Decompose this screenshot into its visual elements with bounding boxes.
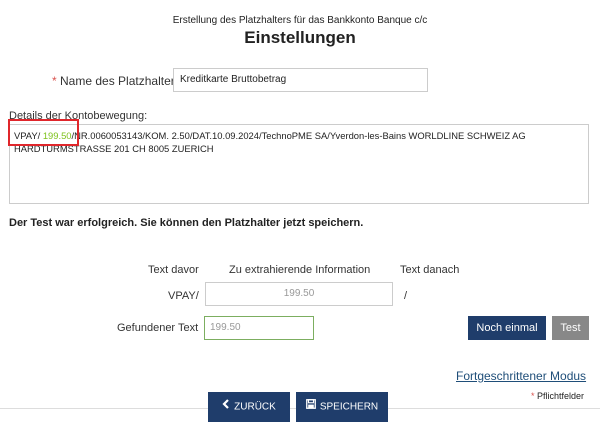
- page-subtitle: Erstellung des Platzhalters für das Bank…: [172, 15, 428, 26]
- required-fields-note: * Pflichtfelder: [531, 391, 584, 401]
- found-text-input[interactable]: 199.50: [204, 316, 314, 340]
- save-button[interactable]: SPEICHERN: [296, 392, 388, 422]
- found-text-label: Gefundener Text: [117, 322, 199, 334]
- success-message: Der Test war erfolgreich. Sie können den…: [9, 217, 364, 229]
- details-rest: /NR.0060053143/KOM. 2.50/DAT.10.09.2024/…: [14, 130, 526, 154]
- before-text-value: VPAY/: [168, 290, 199, 302]
- col-before-header: Text davor: [148, 264, 199, 276]
- test-button[interactable]: Test: [552, 316, 589, 340]
- page-title: Einstellungen: [244, 28, 356, 47]
- advanced-mode-link[interactable]: Fortgeschrittener Modus: [456, 369, 586, 383]
- placeholder-name-input[interactable]: Kreditkarte Bruttobetrag: [173, 68, 428, 92]
- back-button-label: ZURÜCK: [234, 401, 276, 413]
- required-star: *: [52, 74, 57, 88]
- transaction-details-text[interactable]: VPAY/ 199.50/NR.0060053143/KOM. 2.50/DAT…: [9, 124, 589, 204]
- required-star: *: [531, 391, 535, 401]
- after-text-value: /: [404, 290, 408, 302]
- extract-info-input[interactable]: 199.50: [205, 282, 393, 306]
- name-label-text: Name des Platzhalters: [60, 74, 181, 88]
- back-button[interactable]: ZURÜCK: [208, 392, 290, 422]
- selection-highlight-box: [8, 119, 79, 146]
- col-extract-header: Zu extrahierende Information: [229, 264, 371, 276]
- col-after-header: Text danach: [400, 264, 460, 276]
- save-button-label: SPEICHERN: [319, 401, 379, 413]
- required-note-text: Pflichtfelder: [537, 391, 585, 401]
- name-label: * Name des Platzhalters: [52, 74, 181, 88]
- save-icon: [305, 392, 316, 422]
- try-again-button[interactable]: Noch einmal: [468, 316, 546, 340]
- chevron-left-icon: [222, 392, 230, 422]
